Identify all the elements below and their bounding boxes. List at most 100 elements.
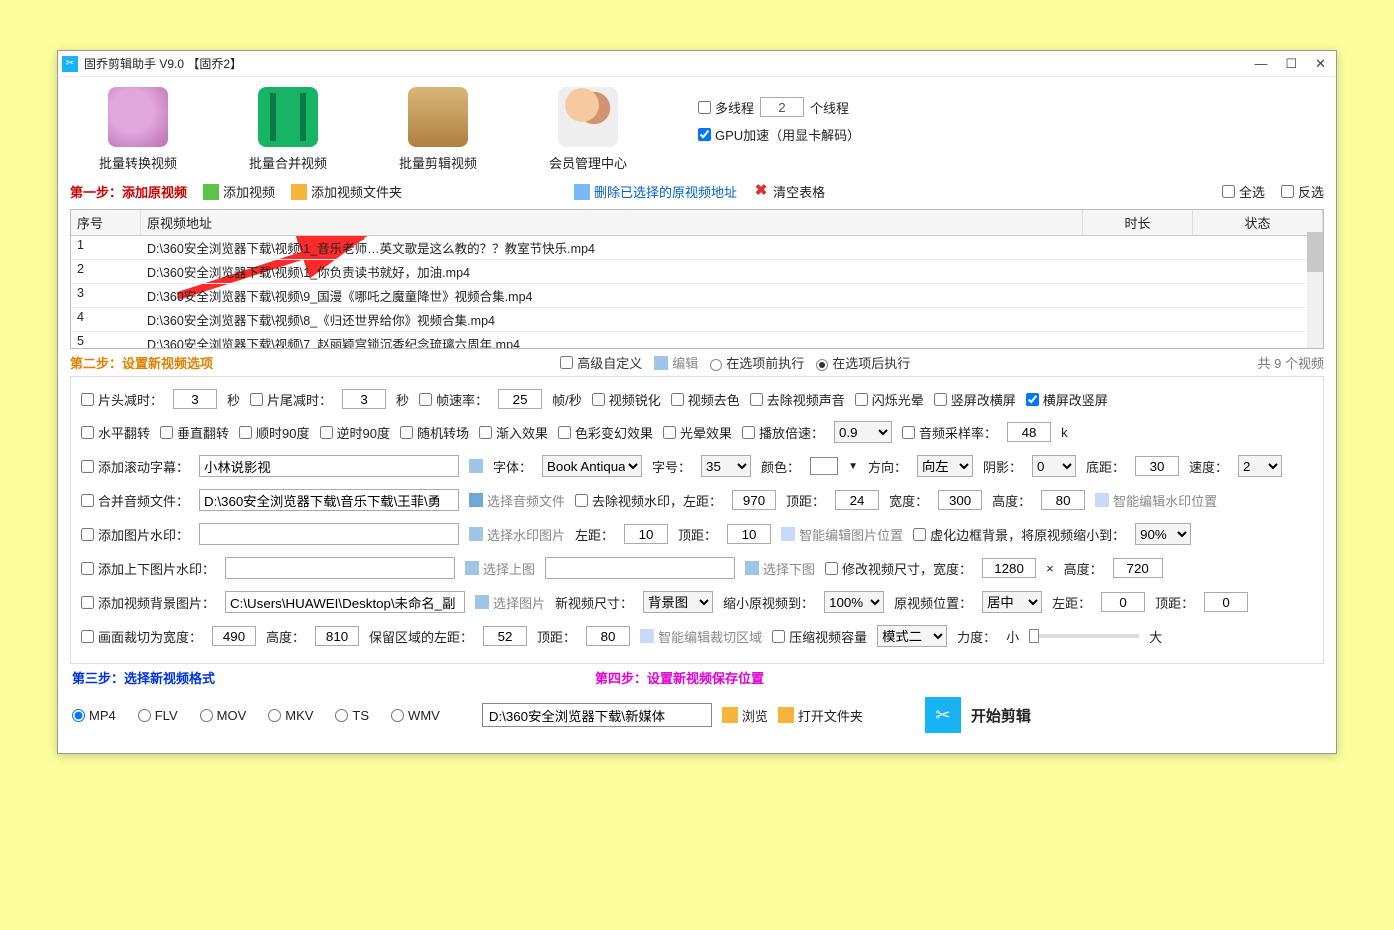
remove-audio-checkbox[interactable]: 去除视频声音 [750, 390, 845, 409]
subtitle-checkbox[interactable]: 添加滚动字幕： [81, 457, 189, 476]
select-bot-image-button[interactable]: 选择下图 [745, 559, 815, 578]
select-all-checkbox[interactable]: 全选 [1222, 182, 1265, 201]
wm-left-input[interactable] [732, 490, 776, 510]
resize-checkbox[interactable]: 修改视频尺寸，宽度： [825, 559, 972, 578]
add-video-button[interactable]: 添加视频 [203, 182, 275, 201]
bottom-margin-input[interactable] [1135, 456, 1179, 476]
bg-top-input[interactable] [1204, 592, 1248, 612]
compress-mode-select[interactable]: 模式二 [877, 625, 947, 647]
wm-width-input[interactable] [938, 490, 982, 510]
ccw90-checkbox[interactable]: 逆时90度 [320, 423, 390, 442]
color-fx-checkbox[interactable]: 色彩变幻效果 [558, 423, 653, 442]
table-row[interactable]: 5D:\360安全浏览器下载\视频\7_赵丽颖宫锁沉香纪念琉璃六周年.mp4 [71, 332, 1323, 349]
format-flv[interactable]: FLV [138, 708, 178, 723]
format-mp4[interactable]: MP4 [72, 708, 116, 723]
compress-checkbox[interactable]: 压缩视频容量 [772, 627, 867, 646]
exec-after-radio[interactable]: 在选项后执行 [816, 353, 910, 372]
table-row[interactable]: 1D:\360安全浏览器下载\视频\1_音乐老师…英文歌是这么教的？？教室节快乐… [71, 236, 1323, 260]
fps-checkbox[interactable]: 帧速率： [419, 390, 488, 409]
orig-pos-select[interactable]: 居中 [982, 591, 1042, 613]
format-mov[interactable]: MOV [200, 708, 247, 723]
add-folder-button[interactable]: 添加视频文件夹 [291, 182, 402, 201]
crop-height-input[interactable] [315, 626, 359, 646]
bg-size-select[interactable]: 背景图 [643, 591, 713, 613]
add-bg-checkbox[interactable]: 添加视频背景图片： [81, 593, 215, 612]
keep-left-input[interactable] [483, 626, 527, 646]
output-path-input[interactable] [482, 703, 712, 727]
add-topbot-wm-checkbox[interactable]: 添加上下图片水印： [81, 559, 215, 578]
flash-checkbox[interactable]: 闪烁光晕 [855, 390, 924, 409]
merge-audio-checkbox[interactable]: 合并音频文件： [81, 491, 189, 510]
resize-width-input[interactable] [982, 558, 1036, 578]
subtitle-speed-select[interactable]: 2 [1238, 455, 1282, 477]
gpu-accel-checkbox[interactable]: GPU加速（用显卡解码） [698, 125, 860, 144]
maximize-button[interactable]: ☐ [1285, 56, 1297, 72]
add-image-wm-checkbox[interactable]: 添加图片水印： [81, 525, 189, 544]
batch-merge-button[interactable]: 批量合并视频 [228, 87, 348, 172]
sample-checkbox[interactable]: 音频采样率： [902, 423, 997, 442]
random-transition-checkbox[interactable]: 随机转场 [400, 423, 469, 442]
direction-select[interactable]: 向左 [917, 455, 973, 477]
batch-convert-button[interactable]: 批量转换视频 [78, 87, 198, 172]
shadow-select[interactable]: 0 [1032, 455, 1076, 477]
thread-count-input[interactable] [760, 97, 804, 117]
vflip-checkbox[interactable]: 垂直翻转 [160, 423, 229, 442]
strength-slider[interactable] [1029, 634, 1139, 638]
sample-input[interactable] [1007, 422, 1051, 442]
delete-selected-button[interactable]: 删除已选择的原视频地址 [574, 182, 737, 201]
head-trim-input[interactable] [173, 389, 217, 409]
blur-scale-select[interactable]: 90% [1135, 523, 1191, 545]
vert-to-horiz-checkbox[interactable]: 竖屏改横屏 [934, 390, 1016, 409]
select-top-image-button[interactable]: 选择上图 [465, 559, 535, 578]
batch-cut-button[interactable]: 批量剪辑视频 [378, 87, 498, 172]
speed-select[interactable]: 0.9 [834, 421, 892, 443]
horiz-to-vert-checkbox[interactable]: 横屏改竖屏 [1026, 390, 1108, 409]
select-audio-button[interactable]: 选择音频文件 [469, 491, 565, 510]
head-trim-checkbox[interactable]: 片头减时： [81, 390, 163, 409]
smart-watermark-button[interactable]: 智能编辑水印位置 [1095, 491, 1217, 510]
table-scrollbar[interactable] [1307, 232, 1323, 348]
font-select[interactable]: Book Antiqua [542, 455, 642, 477]
hflip-checkbox[interactable]: 水平翻转 [81, 423, 150, 442]
crop-checkbox[interactable]: 画面裁切为宽度： [81, 627, 202, 646]
browse-button[interactable]: 浏览 [722, 706, 768, 725]
minimize-button[interactable]: — [1254, 56, 1267, 72]
advanced-custom-checkbox[interactable]: 高级自定义 [560, 353, 642, 372]
fadein-checkbox[interactable]: 渐入效果 [479, 423, 548, 442]
smart-image-button[interactable]: 智能编辑图片位置 [781, 525, 903, 544]
bot-image-input[interactable] [545, 557, 735, 579]
remove-watermark-checkbox[interactable]: 去除视频水印，左距： [575, 491, 722, 510]
member-center-button[interactable]: 会员管理中心 [528, 87, 648, 172]
subtitle-input[interactable] [199, 455, 459, 477]
halo-fx-checkbox[interactable]: 光晕效果 [663, 423, 732, 442]
keep-top-input[interactable] [586, 626, 630, 646]
fps-input[interactable] [498, 389, 542, 409]
clear-table-button[interactable]: ✖清空表格 [753, 182, 825, 201]
wm-height-input[interactable] [1041, 490, 1085, 510]
table-row[interactable]: 4D:\360安全浏览器下载\视频\8_《归还世界给你》视频合集.mp4 [71, 308, 1323, 332]
edit-button[interactable]: 编辑 [654, 353, 698, 372]
select-bg-button[interactable]: 选择图片 [475, 593, 545, 612]
format-mkv[interactable]: MKV [268, 708, 313, 723]
imgwm-top-input[interactable] [727, 524, 771, 544]
fontsize-select[interactable]: 35 [701, 455, 751, 477]
select-wm-image-button[interactable]: 选择水印图片 [469, 525, 565, 544]
shrink-select[interactable]: 100% [824, 591, 884, 613]
tail-trim-checkbox[interactable]: 片尾减时： [250, 390, 332, 409]
merge-audio-input[interactable] [199, 489, 459, 511]
color-picker[interactable] [810, 457, 838, 475]
tail-trim-input[interactable] [342, 389, 386, 409]
start-button[interactable]: ✂ 开始剪辑 [925, 697, 1031, 733]
table-row[interactable]: 2D:\360安全浏览器下载\视频\1_你负责读书就好，加油.mp4 [71, 260, 1323, 284]
bg-path-input[interactable] [225, 591, 465, 613]
speed-checkbox[interactable]: 播放倍速： [742, 423, 824, 442]
close-button[interactable]: ✕ [1315, 56, 1326, 72]
exec-before-radio[interactable]: 在选项前执行 [710, 353, 804, 372]
smart-crop-button[interactable]: 智能编辑裁切区域 [640, 627, 762, 646]
sharpen-checkbox[interactable]: 视频锐化 [592, 390, 661, 409]
multithread-checkbox[interactable]: 多线程 [698, 98, 754, 117]
wm-top-input[interactable] [835, 490, 879, 510]
table-row[interactable]: 3D:\360安全浏览器下载\视频\9_国漫《哪吒之魔童降世》视频合集.mp4 [71, 284, 1323, 308]
top-image-input[interactable] [225, 557, 455, 579]
image-wm-path-input[interactable] [199, 523, 459, 545]
